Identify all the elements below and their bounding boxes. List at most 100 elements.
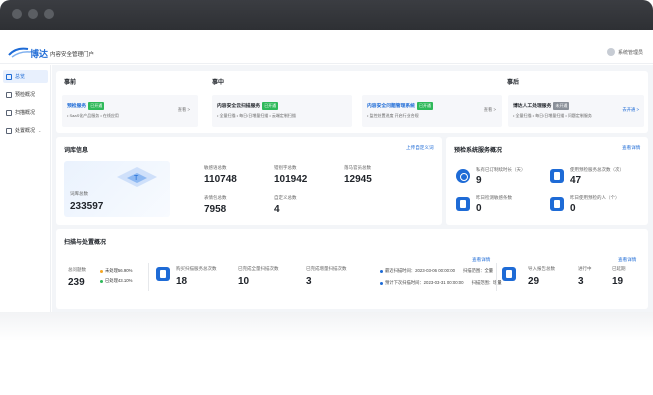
stat-value: 12945 [344,174,372,185]
precheck-detail-link[interactable]: 查看详情 [622,145,640,151]
stat-value: 19 [612,276,624,287]
next-scan-text: 预计下次扫描时间：2023-03-31 00:00:00 [385,280,464,285]
view-link[interactable]: 查看 > [484,107,496,113]
total-issues-label: 总问题数 [68,267,86,272]
stat-value: 7958 [204,204,227,215]
status-badge: 已开通 [262,102,279,110]
scan-icon [6,109,12,116]
window-maximize-button[interactable] [44,9,54,19]
stat-value: 3 [578,276,584,287]
stat-label: 昨日使用预检的人（个） [570,195,620,200]
next-scan-line: 预计下次扫描时间：2023-03-31 00:00:00 扫描范围：增量 [380,280,502,286]
user-menu[interactable]: 系统管理员 [606,48,643,56]
stat-label: 购买扫描服务总次数 [176,266,217,271]
scan-dispose-card: 扫描与处置概况 查看详情 查看详情 总问题数 239 未处理56.90% 已处理… [56,229,648,309]
app-header: 博达 内容安全管理门户 系统管理员 [0,40,653,64]
service-manual[interactable]: 博达人工处理服务 未开通 • 全量扫描 • 每日/日增量扫描 • 问题定制服务 去… [508,95,644,127]
stat-value: 101942 [274,174,308,185]
stat-value: 3 [306,276,312,287]
legend-dot-green [100,279,103,283]
document-icon [456,197,470,211]
scan-scope-text: 扫描范围：增量 [471,280,502,285]
service-desc: • SaaS化产品服务 • 在线应用 [67,113,119,118]
chevron-down-icon: ⌄ [38,128,42,133]
view-link-text: 查看 [177,107,187,112]
portal-subtitle: 内容安全管理门户 [50,52,95,58]
stat-label: 进行中 [578,266,592,271]
sidebar-item-precheck[interactable]: 预检概况 [3,88,48,101]
server-icon [550,169,564,183]
service-name: 内容安全问题管理系统 已开通 [367,102,433,110]
last-scan-text: 最近扫描时间：2023-03-06 00:00:00 [385,268,455,273]
sidebar-item-label: 总览 [15,74,26,80]
stat-value: 0 [476,203,482,214]
unprocessed-text: 未处理56.90% [105,268,133,273]
overview-icon [6,73,12,80]
stat-label: 已完成全量扫描次数 [238,266,279,271]
clock-icon [456,169,470,183]
precheck-icon [6,91,12,98]
lexicon-total-value: 233597 [70,201,104,212]
user-group-icon [550,197,564,211]
total-issues-value: 239 [68,277,85,288]
status-badge: 已开通 [88,102,105,110]
scan-scope-text: 扫描范围：全量 [462,268,494,273]
dispose-detail-link[interactable]: 查看详情 [618,257,636,263]
import-report-icon [502,267,516,281]
dispose-icon [6,127,12,134]
phase-before-title: 事前 [64,80,77,86]
legend-dot-orange [100,269,103,273]
status-badge: 未开通 [553,102,570,110]
stat-label: 自定义总数 [274,195,297,200]
service-name-text: 预检服务 [67,104,87,109]
service-name-text: 博达人工处理服务 [513,104,552,109]
main-content: 事前 事中 事后 预检服务 已开通 • SaaS化产品服务 • 在线应用 查看 >… [52,65,653,313]
precheck-title: 预检系统服务概况 [454,148,503,154]
precheck-card: 预检系统服务概况 查看详情 私有已订制续时长（天） 9 使用预检服务总次数（次）… [446,137,648,225]
sidebar-item-label: 扫描概况 [15,110,36,116]
scan-detail-link[interactable]: 查看详情 [472,257,490,263]
window-minimize-button[interactable] [28,9,38,19]
cube-illustration-icon: T [117,167,157,187]
activate-link-text: 去开通 [622,107,636,112]
processed-legend: 已处理43.10% [100,278,132,284]
browser-titlebar [0,0,653,30]
activate-link[interactable]: 去开通 > [622,107,639,113]
sidebar-item-scan[interactable]: 扫描概况 [3,106,48,119]
unprocessed-legend: 未处理56.90% [100,268,132,274]
lexicon-title: 词库信息 [64,148,89,154]
service-precheck[interactable]: 预检服务 已开通 • SaaS化产品服务 • 在线应用 查看 > [62,95,198,127]
service-issue-mgmt[interactable]: 内容安全问题管理系统 已开通 • 监控处置进度 开启行业合规 查看 > [362,95,502,127]
stat-label: 昨日检测敏感条数 [476,195,512,200]
service-cloudscan[interactable]: 内容安全云扫描服务 已开通 • 全量扫描 • 每日/日增量扫描 • 云端定制扫描 [212,95,352,127]
sidebar-item-label: 预检概况 [15,92,36,98]
scan-title: 扫描与处置概况 [64,240,107,246]
sidebar-item-label: 处置概况 [15,128,36,134]
lexicon-total-label: 词库总数 [70,191,88,196]
window-close-button[interactable] [12,9,22,19]
sidebar: 总览 预检概况 扫描概况 处置概况 ⌄ [0,65,51,313]
stat-label: 敏感语总数 [204,165,227,170]
sidebar-item-overview[interactable]: 总览 [3,70,48,83]
stat-label: 使用预检服务总次数（次） [570,167,624,172]
view-link[interactable]: 查看 > [178,107,190,113]
stat-label: 表情包总数 [204,195,227,200]
service-desc: • 全量扫描 • 每日/日增量扫描 • 问题定制服务 [513,113,592,118]
status-badge: 已开通 [416,102,433,110]
phases-card: 事前 事中 事后 预检服务 已开通 • SaaS化产品服务 • 在线应用 查看 >… [56,71,648,133]
stat-label: 落马官员总数 [344,165,371,170]
service-desc: • 监控处置进度 开启行业合规 [367,113,419,118]
phase-after-title: 事后 [507,80,520,86]
bullet-icon [380,281,383,285]
stat-value: 47 [570,175,582,186]
brand-name: 博达 [30,49,49,59]
lexicon-card: 词库信息 上传自定义词 T 词库总数 233597 敏感语总数 110748 错… [56,137,442,225]
last-scan-line: 最近扫描时间：2023-03-06 00:00:00 扫描范围：全量 [380,268,493,274]
bullet-icon [380,269,383,273]
upload-custom-words-link[interactable]: 上传自定义词 [406,145,434,151]
service-name-text: 内容安全问题管理系统 [367,104,415,109]
sidebar-item-dispose[interactable]: 处置概况 ⌄ [3,124,48,137]
stat-value: 29 [528,276,540,287]
stat-value: 0 [570,203,576,214]
stat-label: 已完成增量扫描次数 [306,266,347,271]
